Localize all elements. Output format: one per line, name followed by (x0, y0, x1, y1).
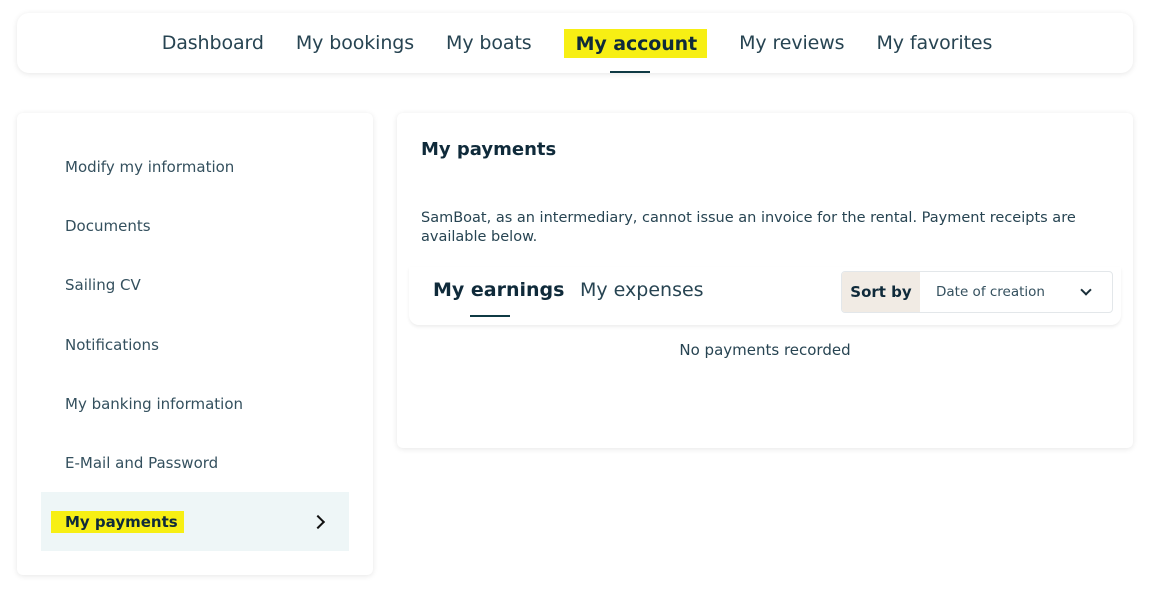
sidebar-item-label: My banking information (65, 394, 244, 413)
sidebar-item-notifications[interactable]: Notifications (41, 315, 349, 374)
chevron-down-icon (1080, 284, 1092, 296)
sidebar-item-my-payments[interactable]: My payments (41, 492, 349, 551)
account-sidebar: Modify my information Documents Sailing … (17, 113, 373, 575)
sidebar-item-label: Sailing CV (65, 275, 141, 294)
nav-my-favorites[interactable]: My favorites (876, 28, 992, 58)
tab-my-expenses[interactable]: My expenses (580, 279, 704, 301)
tab-my-earnings[interactable]: My earnings (433, 279, 564, 317)
sort-select[interactable]: Date of creation (920, 272, 1112, 312)
sidebar-item-modify-information[interactable]: Modify my information (41, 137, 349, 196)
page-title: My payments (421, 139, 557, 160)
nav-my-account[interactable]: My account (563, 28, 708, 73)
sort-control: Sort by Date of creation (841, 271, 1113, 313)
sidebar-item-label: E-Mail and Password (65, 453, 219, 472)
nav-my-bookings[interactable]: My bookings (296, 28, 414, 58)
payments-panel: My payments SamBoat, as an intermediary,… (397, 113, 1133, 448)
sort-by-label: Sort by (842, 272, 920, 312)
sidebar-item-documents[interactable]: Documents (41, 196, 349, 255)
payments-description: SamBoat, as an intermediary, cannot issu… (421, 210, 1076, 245)
nav-my-boats[interactable]: My boats (446, 28, 532, 58)
sidebar-item-sailing-cv[interactable]: Sailing CV (41, 255, 349, 314)
payments-tabbar: My earnings My expenses Sort by Date of … (409, 267, 1121, 325)
nav-dashboard[interactable]: Dashboard (162, 28, 264, 58)
sort-selected-value: Date of creation (936, 284, 1045, 300)
sidebar-item-label: Notifications (65, 335, 159, 354)
sidebar-item-label: Modify my information (65, 157, 235, 176)
top-nav-list: Dashboard My bookings My boats My accoun… (162, 28, 992, 73)
sidebar-item-email-password[interactable]: E-Mail and Password (41, 433, 349, 492)
chevron-right-icon (310, 514, 326, 529)
nav-my-reviews[interactable]: My reviews (739, 28, 845, 58)
sidebar-item-banking-information[interactable]: My banking information (41, 374, 349, 433)
top-navigation: Dashboard My bookings My boats My accoun… (17, 13, 1133, 73)
sidebar-item-label: Documents (65, 216, 151, 235)
sidebar-item-label: My payments (51, 510, 184, 533)
empty-state-message: No payments recorded (679, 341, 851, 359)
